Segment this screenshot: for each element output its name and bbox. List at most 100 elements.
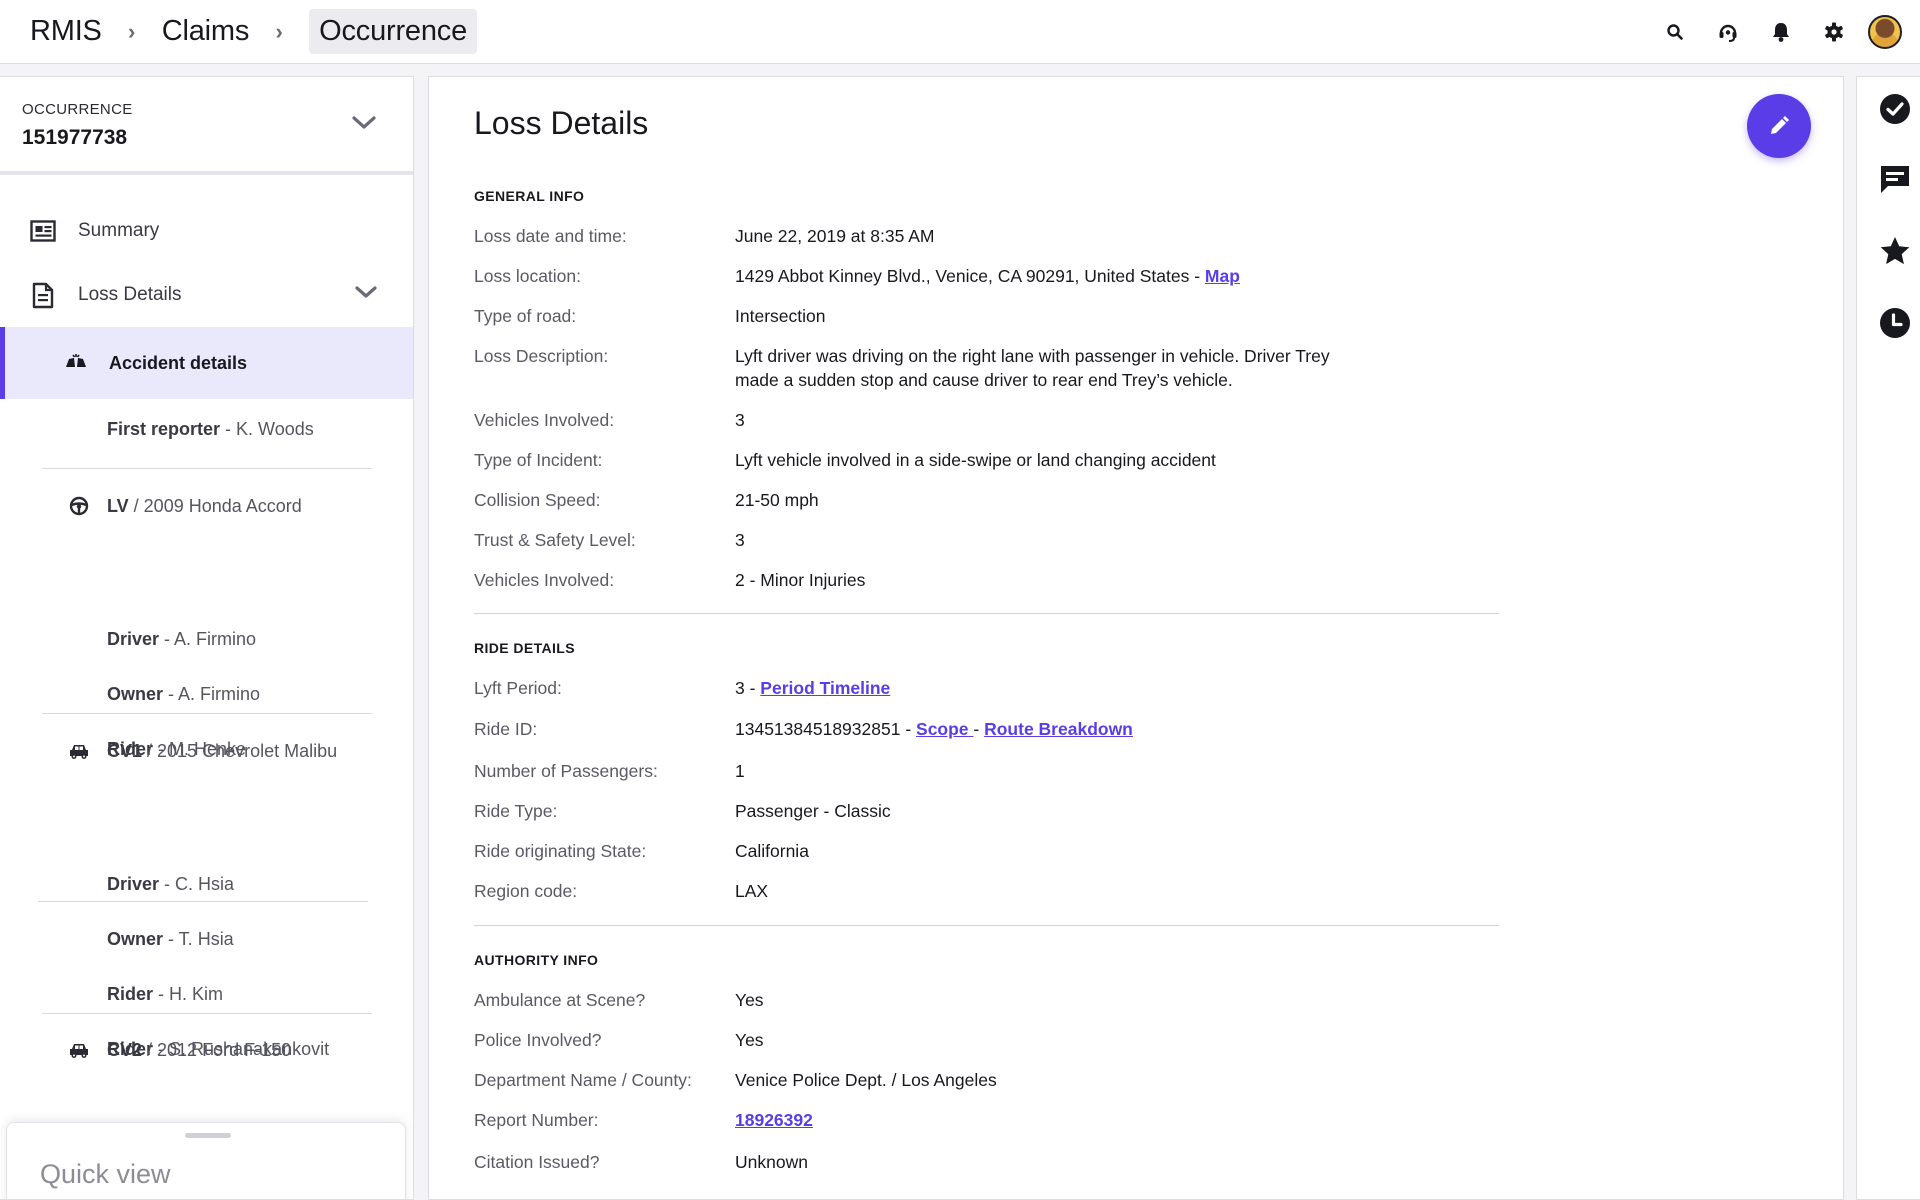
bell-icon[interactable]	[1754, 12, 1807, 52]
vehicle-label: CV1 / 2015 Chevrolet Malibu	[107, 740, 338, 761]
field-label: Vehicles Involved:	[474, 410, 615, 430]
quick-view-label: Quick view	[40, 1159, 171, 1189]
sidebar-item-party[interactable]: Owner - T. Hsia	[0, 919, 413, 959]
sidebar-item-label: Summary	[78, 220, 160, 241]
period-timeline-link[interactable]: Period Timeline	[760, 678, 890, 698]
sidebar-item-loss-details[interactable]: Loss Details	[0, 263, 413, 327]
chevron-right-icon: ›	[128, 18, 136, 44]
section-divider	[474, 613, 1499, 614]
field-label: Collision Speed:	[474, 490, 601, 510]
loss-details-panel: Loss Details GENERAL INFO Loss date and …	[428, 76, 1844, 1200]
field-value: Passenger - Classic	[735, 801, 891, 821]
breadcrumb: RMIS › Claims › Occurrence	[0, 0, 478, 64]
field-label: Police Involved?	[474, 1030, 602, 1050]
field-label: Ambulance at Scene?	[474, 990, 646, 1010]
field-value: 1	[735, 761, 745, 781]
field-label: Ride originating State:	[474, 841, 647, 861]
field-label: Loss location:	[474, 266, 582, 286]
field-value: Yes	[735, 990, 764, 1010]
drawer-handle[interactable]	[185, 1133, 231, 1138]
field-value: 2 - Minor Injuries	[735, 570, 866, 590]
field-value: LAX	[735, 881, 769, 901]
steering-wheel-icon	[68, 496, 90, 516]
map-link[interactable]: Map	[1205, 266, 1240, 286]
newspaper-icon	[30, 218, 56, 244]
field-label: Type of Incident:	[474, 450, 603, 470]
field-label: Number of Passengers:	[474, 761, 658, 781]
field-value: 1429 Abbot Kinney Blvd., Venice, CA 9029…	[735, 266, 1240, 286]
sidebar-item-party[interactable]: Rider - H. Kim	[0, 974, 413, 1014]
vehicle-label: LV / 2009 Honda Accord	[107, 495, 302, 516]
field-value: 18926392	[735, 1108, 1415, 1132]
route-breakdown-link[interactable]: Route Breakdown	[984, 719, 1133, 739]
field-label: Citation Issued?	[474, 1152, 600, 1172]
car-icon	[68, 1041, 90, 1059]
section-heading-authority-info: AUTHORITY INFO	[474, 952, 599, 968]
chevron-right-icon: ›	[275, 18, 283, 44]
sidebar-item-party[interactable]: Owner - A. Firmino	[0, 674, 413, 714]
check-circle-icon[interactable]	[1877, 91, 1913, 127]
party-label: Rider - H. Kim	[107, 983, 224, 1004]
breadcrumb-rmis[interactable]: RMIS	[30, 15, 102, 48]
section-heading-general-info: GENERAL INFO	[474, 188, 585, 204]
scope-link[interactable]: Scope	[916, 719, 973, 739]
top-bar: RMIS › Claims › Occurrence	[0, 0, 1920, 64]
field-value: Venice Police Dept. / Los Angeles	[735, 1070, 997, 1090]
field-value: Lyft vehicle involved in a side-swipe or…	[735, 450, 1216, 470]
sidebar-item-party[interactable]: Driver - C. Hsia	[0, 864, 413, 904]
collision-icon	[65, 353, 87, 374]
search-icon[interactable]	[1648, 12, 1701, 52]
chevron-down-icon[interactable]	[351, 115, 377, 131]
divider	[42, 1013, 372, 1014]
party-label: Driver - C. Hsia	[107, 873, 235, 894]
field-label: Trust & Safety Level:	[474, 530, 636, 550]
field-label: Ride Type:	[474, 801, 558, 821]
field-label: Type of road:	[474, 306, 577, 326]
avatar[interactable]	[1868, 15, 1902, 49]
sidebar-item-vehicle-lv[interactable]: LV / 2009 Honda Accord	[0, 486, 413, 526]
sidebar-item-label: Loss Details	[78, 284, 182, 305]
sidebar-item-summary[interactable]: Summary	[0, 199, 413, 263]
breadcrumb-claims[interactable]: Claims	[162, 15, 250, 48]
pencil-icon	[1771, 116, 1789, 134]
breadcrumb-occurrence[interactable]: Occurrence	[309, 9, 478, 54]
field-label: Lyft Period:	[474, 678, 562, 698]
report-number-link[interactable]: 18926392	[735, 1110, 813, 1130]
right-rail	[1856, 76, 1920, 1200]
star-icon[interactable]	[1877, 233, 1913, 269]
sidebar-item-vehicle-cv2[interactable]: CV2 / 2012 Ford F-150	[0, 1030, 413, 1070]
field-value: June 22, 2019 at 8:35 AM	[735, 226, 935, 246]
clock-icon[interactable]	[1877, 305, 1913, 341]
party-label: Owner - T. Hsia	[107, 928, 234, 949]
divider	[38, 901, 368, 902]
sidebar-item-party[interactable]: Driver - A. Firmino	[0, 619, 413, 659]
gear-icon[interactable]	[1807, 12, 1860, 52]
field-value: 21-50 mph	[735, 490, 819, 510]
party-label: First reporter - K. Woods	[107, 418, 314, 439]
divider	[42, 713, 372, 714]
sidebar-item-vehicle-cv1[interactable]: CV1 / 2015 Chevrolet Malibu	[0, 731, 413, 771]
section-divider	[474, 925, 1499, 926]
sidebar-item-first-reporter[interactable]: First reporter - K. Woods	[0, 409, 413, 449]
field-value: Intersection	[735, 306, 826, 326]
field-value: 3 - Period Timeline	[735, 678, 891, 698]
field-label: Department Name / County:	[474, 1070, 692, 1090]
divider	[42, 468, 372, 469]
edit-button[interactable]	[1747, 94, 1811, 158]
field-label: Report Number:	[474, 1110, 599, 1130]
chevron-down-icon[interactable]	[354, 285, 378, 300]
occurrence-header[interactable]: OCCURRENCE 151977738	[0, 77, 413, 175]
field-value: 3	[735, 410, 745, 430]
page-title: Loss Details	[474, 105, 649, 141]
field-value: 3	[735, 530, 745, 550]
field-label: Loss date and time:	[474, 226, 627, 246]
field-value: Lyft driver was driving on the right lan…	[735, 346, 1330, 390]
headset-icon[interactable]	[1701, 12, 1754, 52]
quick-view-drawer[interactable]: Quick view	[6, 1122, 406, 1199]
sidebar-item-accident-details[interactable]: Accident details	[0, 327, 413, 399]
occurrence-sidebar: OCCURRENCE 151977738 Summary Loss Detail…	[0, 76, 414, 1200]
chat-icon[interactable]	[1877, 161, 1913, 197]
field-value: Unknown	[735, 1152, 808, 1172]
field-value: California	[735, 841, 809, 861]
top-actions	[1648, 0, 1902, 64]
